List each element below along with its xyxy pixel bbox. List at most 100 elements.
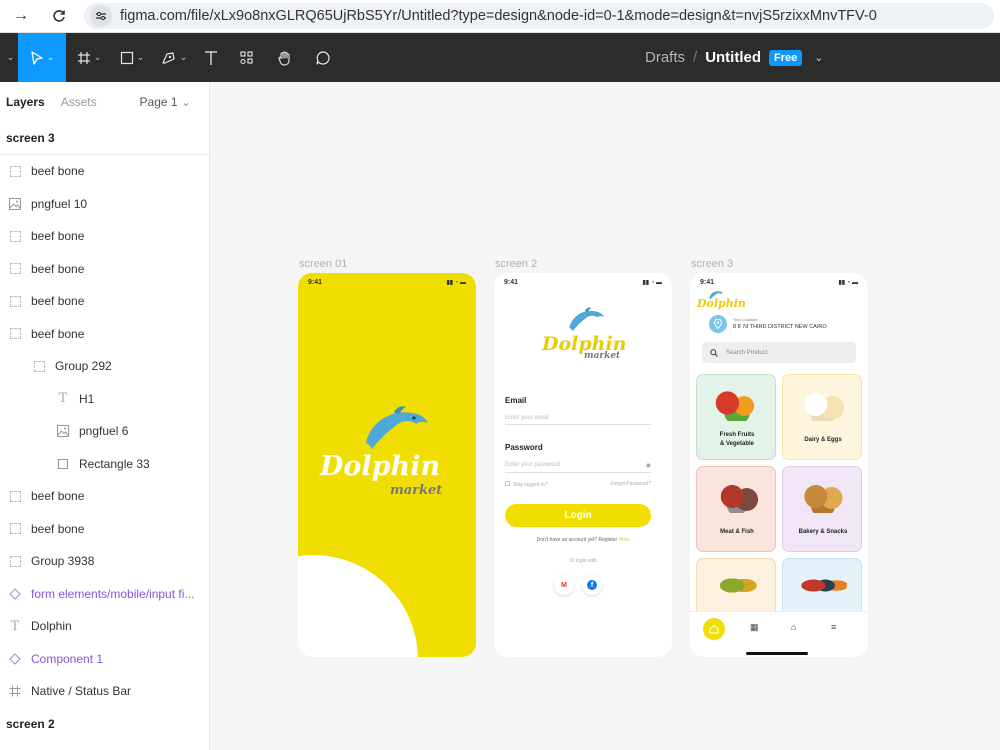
file-menu-chevron-icon[interactable]: ⌄ xyxy=(814,51,823,64)
hand-icon xyxy=(278,50,290,66)
google-login-button[interactable]: M xyxy=(554,575,574,595)
facebook-icon: f xyxy=(587,580,597,590)
bag-nav-icon[interactable]: ⌂ xyxy=(791,622,796,632)
rectangle-icon xyxy=(56,457,70,471)
reload-icon[interactable] xyxy=(50,7,68,25)
layer-item[interactable]: T Dolphin xyxy=(0,610,209,643)
main-menu-chevron-icon[interactable]: ⌄ xyxy=(0,33,18,82)
password-field[interactable]: Enter your password ◉ xyxy=(505,462,651,473)
location-label: Your Location xyxy=(733,317,758,322)
layer-label: Rectangle 33 xyxy=(79,456,150,471)
register-prompt-text: Don't have an account yet? Register xyxy=(536,537,618,543)
frame-tool-button[interactable]: ⌄ xyxy=(66,33,112,82)
comment-icon xyxy=(316,50,330,65)
dairy-image xyxy=(799,391,847,421)
login-button[interactable]: Login xyxy=(505,504,651,527)
category-card-fruits[interactable]: Fresh Fruits & Vegetable xyxy=(696,374,776,460)
password-label: Password xyxy=(505,443,543,452)
tab-assets[interactable]: Assets xyxy=(61,95,97,109)
search-product-field[interactable]: Search Product xyxy=(702,342,856,363)
forgot-password-link[interactable]: Forgot Password? xyxy=(610,481,651,488)
frame-label-screen-01[interactable]: screen 01 xyxy=(299,258,347,270)
layer-item[interactable]: beef bone xyxy=(0,285,209,318)
location-value[interactable]: 8 8 7d THIRD DISTRICT NEW CAIRO xyxy=(733,324,827,330)
category-label: Dairy & Eggs xyxy=(804,437,842,443)
pen-icon xyxy=(162,51,175,64)
eye-icon[interactable]: ◉ xyxy=(646,462,651,469)
layer-item[interactable]: beef bone xyxy=(0,318,209,351)
layer-item[interactable]: beef bone xyxy=(0,253,209,286)
register-link[interactable]: Here xyxy=(619,537,630,543)
tab-layers[interactable]: Layers xyxy=(6,95,45,109)
status-time: 9:41 xyxy=(504,279,519,286)
layer-item[interactable]: form elements/mobile/input fi... xyxy=(0,578,209,611)
remember-label: Stay logged in? xyxy=(513,482,548,488)
layer-item[interactable]: Native / Status Bar xyxy=(0,675,209,708)
frame-header-screen-2[interactable]: screen 2 xyxy=(0,708,209,741)
frame-label-screen-3[interactable]: screen 3 xyxy=(691,258,733,270)
breadcrumb-drafts[interactable]: Drafts xyxy=(645,49,685,66)
layer-item[interactable]: beef bone xyxy=(0,155,209,188)
layer-label: pngfuel 10 xyxy=(31,196,88,211)
pen-tool-button[interactable]: ⌄ xyxy=(152,33,196,82)
category-card-dairy[interactable]: Dairy & Eggs xyxy=(782,374,862,460)
shape-tool-button[interactable]: ⌄ xyxy=(112,33,152,82)
category-card-meat[interactable]: Meat & Fish xyxy=(696,466,776,552)
move-tool-button[interactable]: ⌄ xyxy=(18,33,66,82)
home-nav-button[interactable] xyxy=(703,618,725,640)
location-pin-icon[interactable] xyxy=(709,315,727,333)
status-time: 9:41 xyxy=(700,279,715,286)
status-icons: ▮▮ ◔ ▬ xyxy=(642,280,662,286)
text-icon xyxy=(205,50,217,65)
layer-item[interactable]: Rectangle 33 xyxy=(0,448,209,481)
url-field[interactable]: figma.com/file/xLx9o8nxGLRQ65UjRbS5Yr/Un… xyxy=(84,3,994,29)
layer-item[interactable]: beef bone xyxy=(0,220,209,253)
layer-label: Native / Status Bar xyxy=(31,684,132,699)
comment-tool-button[interactable] xyxy=(302,33,344,82)
frame-screen-01[interactable]: 9:41 ▮▮ ◔ ▬ Dolphin market xyxy=(298,273,476,657)
layer-item[interactable]: Group 292 xyxy=(0,350,209,383)
frame-screen-2[interactable]: 9:41 ▮▮ ◔ ▬ Dolphin market Email Enter y… xyxy=(494,273,672,657)
layers-panel: Layers Assets Page 1 ⌄ screen 3 beef bon… xyxy=(0,82,210,750)
layer-label: Dolphin xyxy=(31,619,72,634)
beverages-image xyxy=(799,569,847,599)
layer-item[interactable]: beef bone xyxy=(0,480,209,513)
hand-tool-button[interactable] xyxy=(268,33,302,82)
text-icon: T xyxy=(58,391,68,407)
grid-nav-icon[interactable]: ▦ xyxy=(750,622,759,633)
frame-icon xyxy=(8,684,22,698)
category-label: Meat & Fish xyxy=(720,529,754,535)
layer-item[interactable]: pngfuel 10 xyxy=(0,188,209,221)
facebook-login-button[interactable]: f xyxy=(582,575,602,595)
figma-toolbar: ⌄ ⌄ ⌄ ⌄ ⌄ Drafts / Untitled Free ⌄ xyxy=(0,33,1000,82)
frame-header-screen-3[interactable]: screen 3 xyxy=(0,122,209,155)
site-settings-icon[interactable] xyxy=(90,5,112,27)
dolphin-logo-icon xyxy=(366,406,428,449)
design-canvas[interactable]: screen 01 screen 2 screen 3 9:41 ▮▮ ◔ ▬ … xyxy=(211,82,1000,750)
layer-label: beef bone xyxy=(31,261,85,276)
text-icon: T xyxy=(10,618,20,634)
remember-checkbox[interactable]: Stay logged in? xyxy=(505,481,547,488)
category-label: Fresh Fruits & Vegetable xyxy=(697,431,775,449)
file-name[interactable]: Untitled xyxy=(705,49,761,66)
forward-icon[interactable]: → xyxy=(12,7,30,25)
frame-label-screen-2[interactable]: screen 2 xyxy=(495,258,537,270)
plan-badge: Free xyxy=(769,49,803,66)
email-field[interactable]: Enter your email xyxy=(505,415,651,425)
bakery-image xyxy=(799,483,847,513)
layer-label: beef bone xyxy=(31,489,85,504)
brand-title: Dolphin xyxy=(320,451,441,482)
url-text: figma.com/file/xLx9o8nxGLRQ65UjRbS5Yr/Un… xyxy=(120,8,877,24)
resources-tool-button[interactable] xyxy=(226,33,268,82)
category-card-bakery[interactable]: Bakery & Snacks xyxy=(782,466,862,552)
layer-item[interactable]: Component 1 xyxy=(0,643,209,676)
text-tool-button[interactable] xyxy=(196,33,226,82)
menu-nav-icon[interactable]: ≡ xyxy=(831,622,836,632)
page-selector[interactable]: Page 1 ⌄ xyxy=(140,95,191,109)
layer-item[interactable]: Group 3938 xyxy=(0,545,209,578)
layer-item[interactable]: T H1 xyxy=(0,383,209,416)
layer-item[interactable]: beef bone xyxy=(0,513,209,546)
category-label-line2: & Vegetable xyxy=(719,441,754,447)
layer-item[interactable]: pngfuel 6 xyxy=(0,415,209,448)
frame-screen-3[interactable]: 9:41 ▮▮ ◔ ▬ Dolphin Your Location 8 8 7d… xyxy=(690,273,868,657)
